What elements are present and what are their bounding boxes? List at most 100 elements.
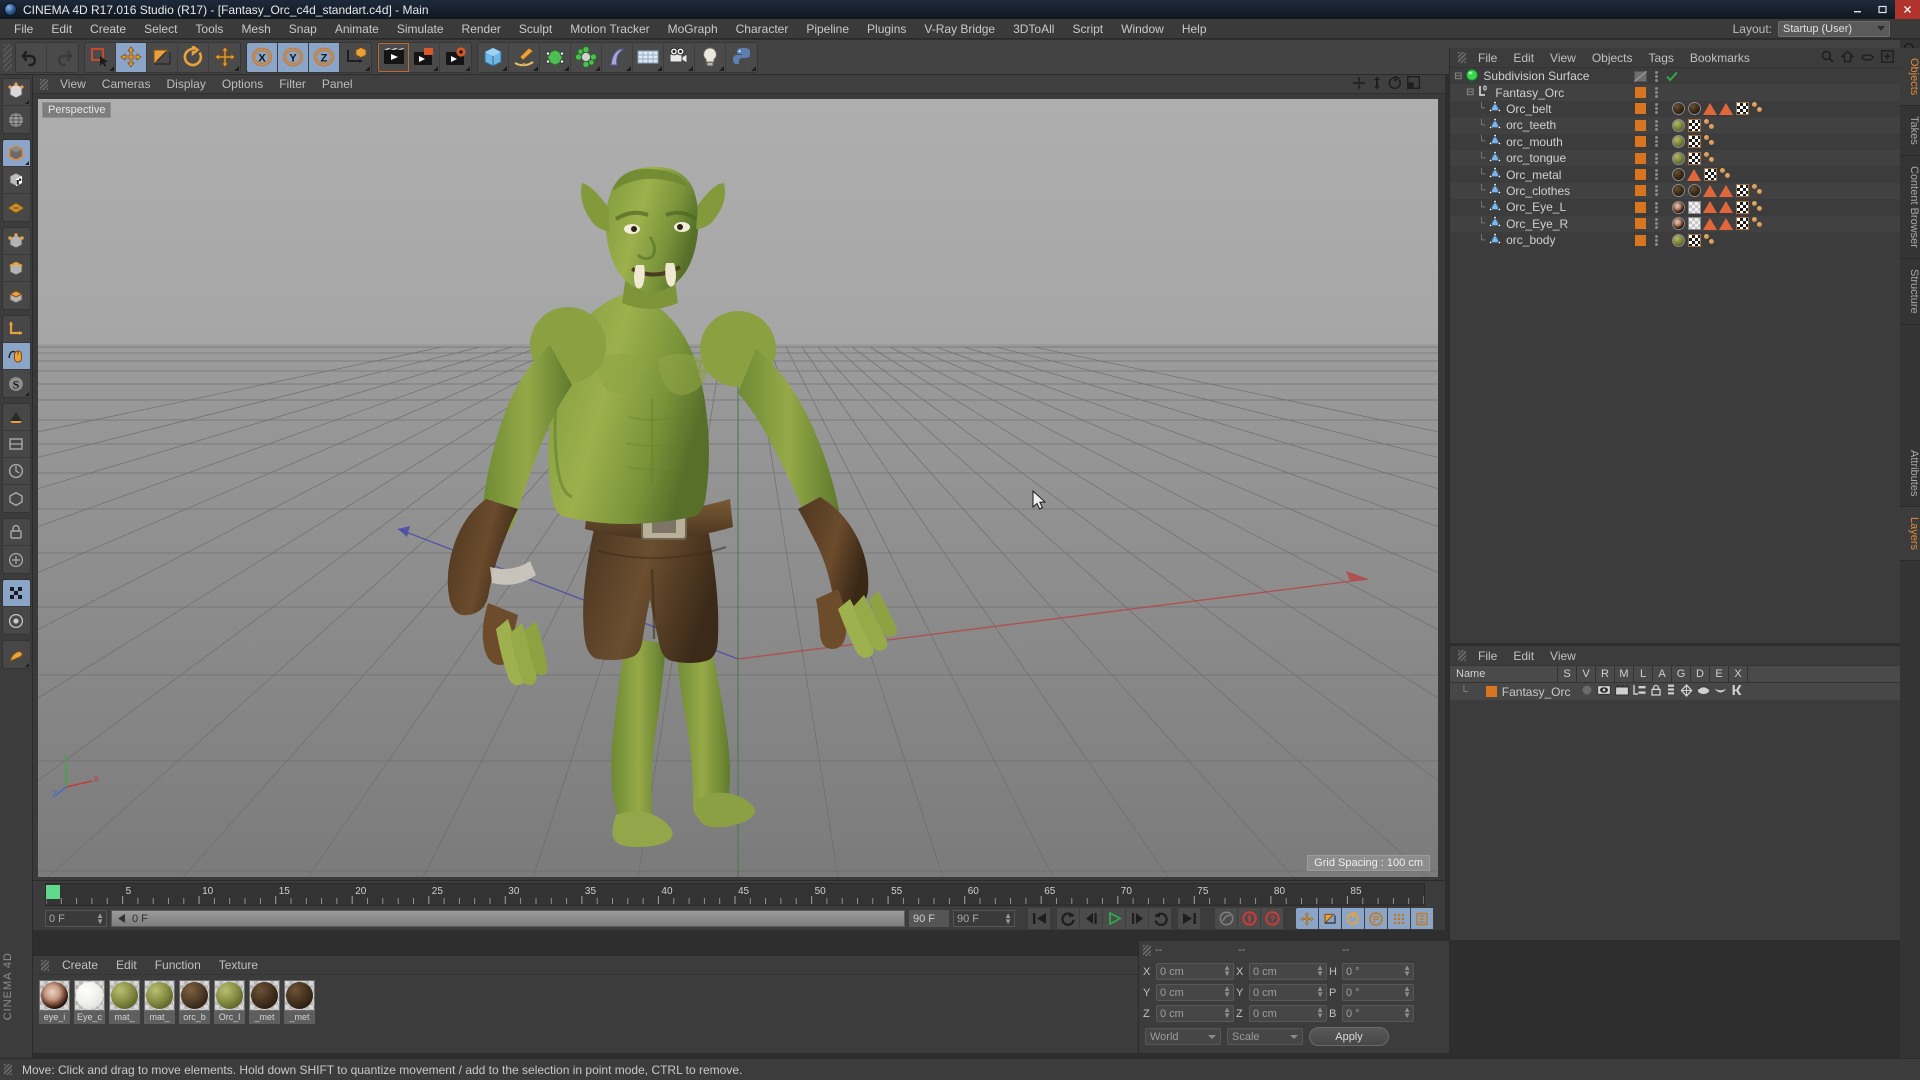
menu-select[interactable]: Select — [135, 19, 186, 39]
globe-wire-icon[interactable] — [2, 106, 30, 133]
menu-file[interactable]: File — [5, 19, 42, 39]
render-region-button[interactable] — [409, 42, 440, 72]
play-button[interactable] — [1103, 908, 1126, 929]
time-scrubber[interactable]: 0 F — [111, 910, 905, 927]
enabled-check-icon[interactable] — [1665, 69, 1679, 83]
add-camera-button[interactable] — [664, 42, 695, 72]
coord-rotation-field[interactable]: 0 ° ▲ ▼ — [1342, 963, 1414, 980]
menu-mesh[interactable]: Mesh — [232, 19, 279, 39]
end-frame-field[interactable]: 90 F ▲ ▼ — [953, 910, 1015, 927]
make-editable-button[interactable] — [2, 79, 30, 106]
lock-icon[interactable] — [1650, 684, 1662, 699]
rtab-objects[interactable]: Objects — [1900, 48, 1920, 107]
size-mode-dropdown[interactable]: Scale — [1227, 1028, 1303, 1045]
lock-x-button[interactable]: X — [247, 42, 278, 72]
material-swatch[interactable] — [284, 980, 315, 1011]
timeline-ruler[interactable]: 051015202530354045505560657075808590 — [45, 883, 1439, 906]
coord-position-field[interactable]: 0 cm ▲ ▼ — [1156, 984, 1234, 1001]
material-tag[interactable] — [1687, 217, 1701, 231]
rtab-layers[interactable]: Layers — [1900, 507, 1920, 562]
om-menu-objects[interactable]: Objects — [1584, 48, 1641, 68]
ngon-icon[interactable] — [2, 485, 30, 512]
layers-col-m[interactable]: M — [1615, 665, 1634, 683]
visibility-dot-icon[interactable] — [1649, 200, 1663, 214]
spinner-arrows-icon[interactable]: ▲ ▼ — [1316, 985, 1324, 999]
visibility-dot-icon[interactable] — [1649, 135, 1663, 149]
object-row[interactable]: └ orc_mouth — [1450, 134, 1900, 150]
menu-window[interactable]: Window — [1112, 19, 1173, 39]
render-icon[interactable] — [1614, 684, 1629, 699]
object-row[interactable]: └ Orc_belt — [1450, 101, 1900, 117]
manager-icon[interactable] — [1632, 684, 1646, 699]
expand-toggle-icon[interactable]: ⊟ — [1466, 87, 1474, 98]
visibility-toggle[interactable] — [1633, 69, 1647, 83]
edges-mode-button[interactable] — [2, 255, 30, 282]
phong-tag[interactable] — [1687, 168, 1701, 182]
search-icon[interactable] — [1821, 50, 1834, 66]
move-tool-button[interactable] — [116, 42, 147, 72]
animation-icon[interactable] — [1666, 684, 1676, 699]
ellipse-icon[interactable] — [1861, 51, 1874, 65]
material-tag[interactable] — [1671, 102, 1685, 116]
material-swatch[interactable] — [179, 980, 210, 1011]
material-swatch[interactable] — [74, 980, 105, 1011]
selection-tag[interactable] — [1751, 217, 1765, 230]
spinner-arrows-icon[interactable]: ▲ ▼ — [1403, 964, 1411, 978]
menu-pipeline[interactable]: Pipeline — [797, 19, 858, 39]
coord-size-field[interactable]: 0 cm ▲ ▼ — [1249, 984, 1327, 1001]
uvw-tag[interactable] — [1735, 217, 1749, 231]
status-grip[interactable] — [4, 1064, 12, 1075]
coord-system-dropdown[interactable]: World — [1145, 1028, 1221, 1045]
live-selection-button[interactable] — [85, 42, 116, 72]
add-light-button[interactable] — [695, 42, 726, 72]
layers-col-s[interactable]: S — [1558, 665, 1577, 683]
texture-mode-button[interactable] — [2, 167, 30, 194]
material-swatch[interactable] — [249, 980, 280, 1011]
viewport-canvas[interactable]: Perspective Grid Spacing : 100 cm Y X Z — [38, 99, 1438, 877]
model-mode-button[interactable] — [2, 140, 30, 167]
material-swatch[interactable] — [109, 980, 140, 1011]
coord-rotation-field[interactable]: 0 ° ▲ ▼ — [1342, 1005, 1414, 1022]
coord-position-field[interactable]: 0 cm ▲ ▼ — [1156, 1005, 1234, 1022]
soft-selection-button[interactable]: S — [2, 370, 30, 397]
layers-menu-edit[interactable]: Edit — [1505, 646, 1542, 666]
uvw-tag[interactable] — [1735, 184, 1749, 198]
phong-tag[interactable] — [1703, 184, 1717, 198]
material-swatch[interactable] — [39, 980, 70, 1011]
add-environment-button[interactable] — [633, 42, 664, 72]
selection-tag[interactable] — [1703, 135, 1717, 148]
deformer-icon[interactable] — [1697, 684, 1710, 699]
phong-tag[interactable] — [1719, 184, 1733, 198]
layers-col-x[interactable]: X — [1729, 665, 1748, 683]
material-item[interactable]: mat_ — [144, 980, 175, 1024]
points-mode-button[interactable] — [2, 228, 30, 255]
material-tag[interactable] — [1687, 184, 1701, 198]
viewport-lock-button[interactable] — [2, 404, 30, 431]
workplane-button[interactable] — [2, 194, 30, 221]
material-menu-function[interactable]: Function — [146, 956, 210, 975]
lock-z-button[interactable]: Z — [309, 42, 340, 72]
viewport-menu-display[interactable]: Display — [158, 75, 213, 94]
rtab-structure[interactable]: Structure — [1900, 259, 1920, 325]
loop-button[interactable] — [1149, 908, 1172, 929]
material-tag[interactable] — [1687, 102, 1701, 116]
material-tag[interactable] — [1671, 151, 1685, 165]
phong-tag[interactable] — [1719, 200, 1733, 214]
go-to-end-button[interactable] — [1178, 908, 1201, 929]
layers-grip[interactable] — [1458, 650, 1466, 661]
add-nurbs-button[interactable] — [602, 42, 633, 72]
toolbar-grip[interactable] — [3, 43, 12, 71]
om-menu-view[interactable]: View — [1542, 48, 1584, 68]
paint-target-button[interactable] — [2, 607, 30, 634]
uvw-tag[interactable] — [1735, 102, 1749, 116]
polygons-mode-button[interactable] — [2, 282, 30, 309]
object-row[interactable]: └ Orc_Eye_L — [1450, 199, 1900, 215]
coord-size-field[interactable]: 0 cm ▲ ▼ — [1249, 963, 1327, 980]
lock-y-button[interactable]: Y — [278, 42, 309, 72]
layer-color-swatch[interactable] — [1633, 184, 1647, 198]
material-item[interactable]: _met — [249, 980, 280, 1024]
selection-tag[interactable] — [1751, 200, 1765, 214]
object-row[interactable]: └ Orc_clothes — [1450, 182, 1900, 200]
play-reverse-loop-button[interactable] — [1057, 908, 1080, 929]
coord-rotation-field[interactable]: 0 ° ▲ ▼ — [1342, 984, 1414, 1001]
